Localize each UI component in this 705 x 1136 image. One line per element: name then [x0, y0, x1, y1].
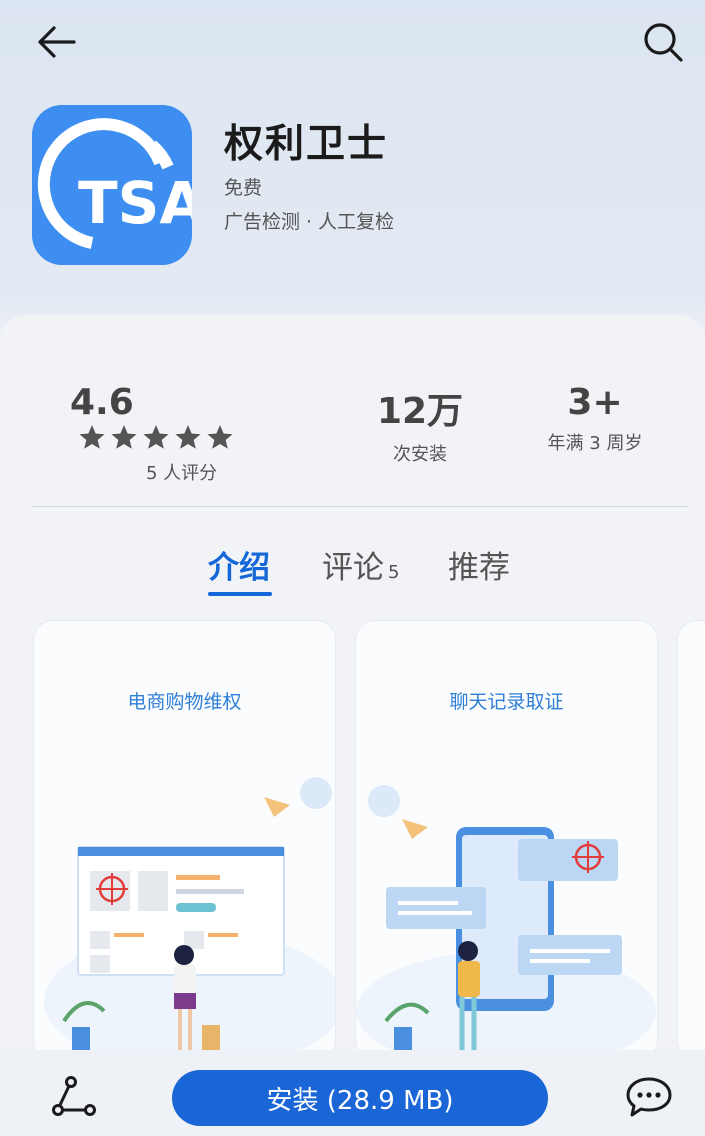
- search-icon: [644, 23, 683, 62]
- screenshot-card[interactable]: [677, 620, 705, 1060]
- active-tab-indicator: [208, 592, 272, 596]
- tab-recommend[interactable]: 推荐: [448, 542, 510, 587]
- top-bar: [0, 0, 705, 90]
- tab-reviews[interactable]: 评论 5: [322, 542, 399, 587]
- app-header: TSA 权利卫士 免费 广告检测 · 人工复检: [32, 105, 682, 270]
- screenshot-card[interactable]: 聊天记录取证: [355, 620, 658, 1060]
- rating-stat[interactable]: 4.6 5 人评分: [70, 382, 300, 485]
- install-button[interactable]: 安装 (28.9 MB): [172, 1070, 548, 1126]
- star-rating-icon: [79, 425, 233, 449]
- app-tags: 广告检测 · 人工复检: [224, 211, 395, 233]
- app-name: 权利卫士: [224, 122, 389, 167]
- back-button[interactable]: [28, 16, 84, 68]
- logo-text: TSA: [78, 169, 192, 237]
- tab-bar: 介绍 评论 5 推荐: [0, 542, 705, 602]
- age-caption: 年满 3 周岁: [547, 433, 643, 454]
- search-button[interactable]: [634, 14, 692, 70]
- age-value: 3+: [567, 382, 623, 423]
- chat-button[interactable]: [622, 1072, 676, 1122]
- app-price: 免费: [224, 177, 263, 199]
- reviews-count-badge: 5: [388, 562, 400, 583]
- arrow-left-icon: [38, 26, 76, 58]
- screenshot-caption: 聊天记录取证: [449, 691, 564, 713]
- screenshot-caption: 电商购物维权: [127, 691, 242, 713]
- installs-caption: 次安装: [393, 444, 447, 465]
- tsa-logo: TSA: [37, 118, 192, 249]
- tab-reviews-label: 评论: [322, 550, 384, 586]
- installs-value: 12万: [376, 391, 464, 432]
- stats-row: 4.6 5 人评分 12万 次安装 3+ 年满 3 周岁: [0, 382, 705, 484]
- divider: [32, 506, 688, 507]
- screenshot-card[interactable]: 电商购物维权: [33, 620, 336, 1060]
- tab-intro[interactable]: 介绍: [208, 542, 270, 587]
- app-icon[interactable]: TSA: [32, 105, 192, 265]
- chat-bubble-icon: [626, 1077, 672, 1117]
- share-icon: [52, 1076, 96, 1116]
- rating-value: 4.6: [70, 382, 134, 423]
- age-stat: 3+ 年满 3 周岁: [530, 382, 660, 455]
- share-button[interactable]: [45, 1072, 101, 1122]
- installs-stat: 12万 次安装: [345, 382, 495, 466]
- rating-caption: 5 人评分: [146, 463, 218, 484]
